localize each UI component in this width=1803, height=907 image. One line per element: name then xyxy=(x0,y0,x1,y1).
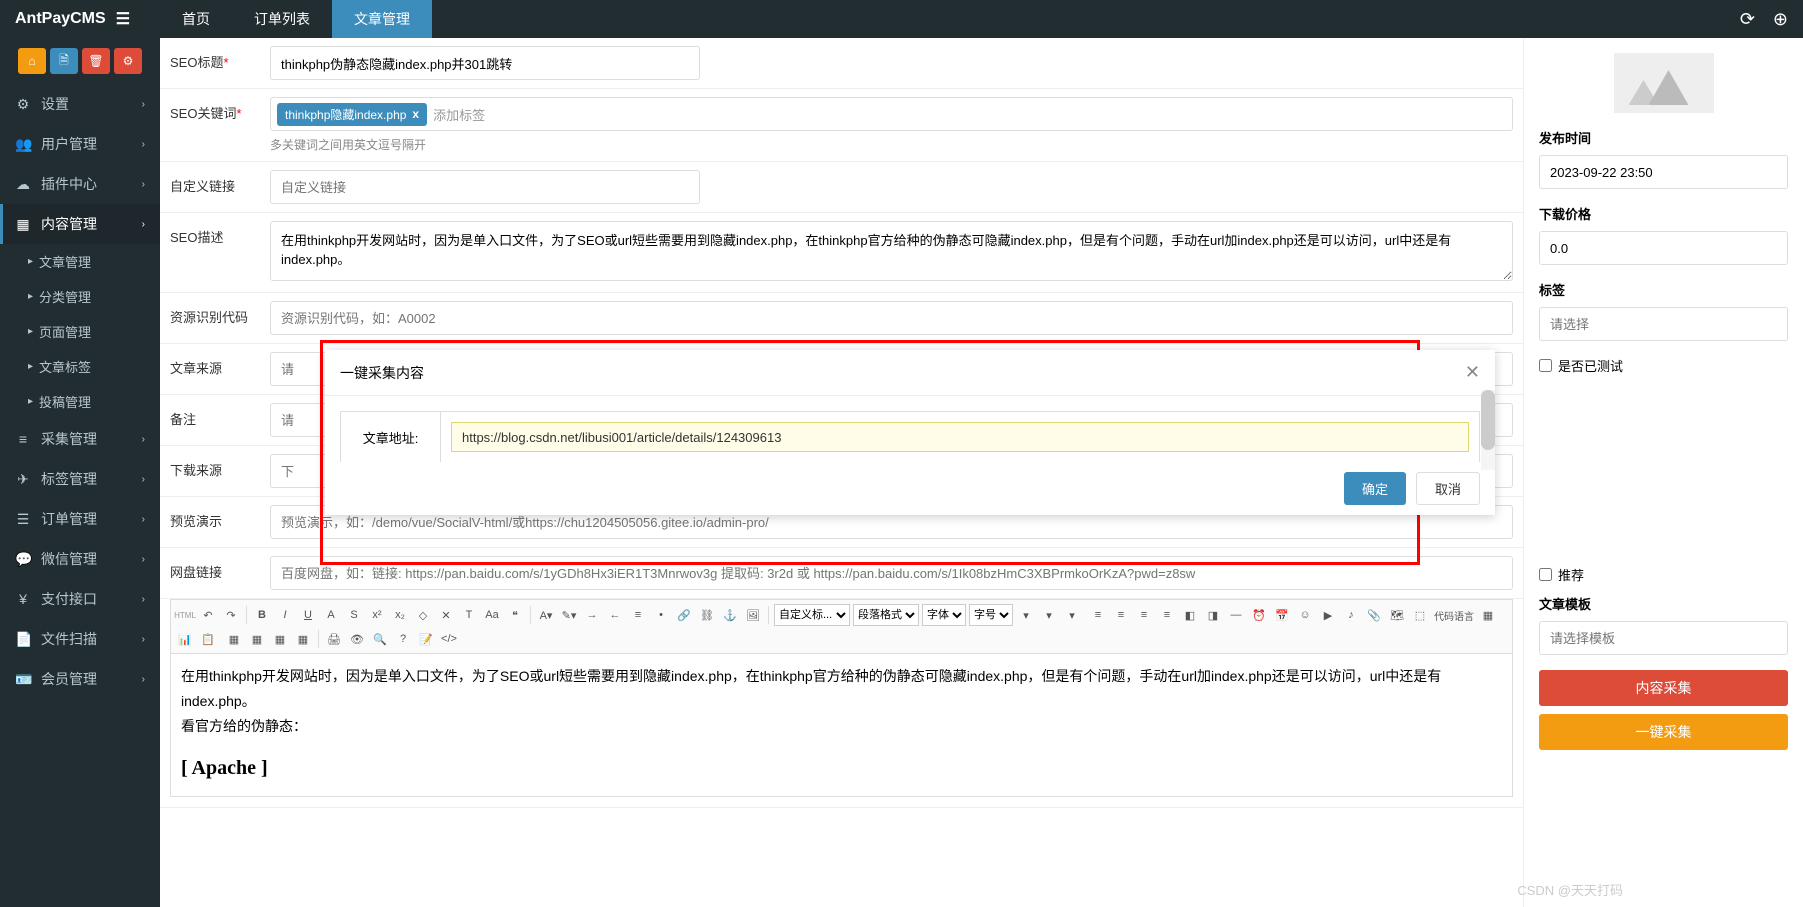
modal-url-input[interactable] xyxy=(451,422,1469,452)
modal-close-icon[interactable]: ✕ xyxy=(1465,362,1480,383)
modal-scrollbar[interactable] xyxy=(1481,390,1495,470)
modal-title: 一键采集内容 xyxy=(340,363,424,383)
modal-cancel-button[interactable]: 取消 xyxy=(1416,472,1480,505)
modal-body: 文章地址: xyxy=(325,396,1495,462)
scrollbar-thumb[interactable] xyxy=(1481,390,1495,450)
modal-footer: 确定 取消 xyxy=(325,462,1495,515)
watermark: CSDN @天天打码 xyxy=(1517,880,1623,899)
modal-confirm-button[interactable]: 确定 xyxy=(1344,472,1406,505)
modal-overlay: 一键采集内容 ✕ 文章地址: 确定 取消 xyxy=(0,0,1803,907)
collect-modal: 一键采集内容 ✕ 文章地址: 确定 取消 xyxy=(325,350,1495,515)
modal-header: 一键采集内容 ✕ xyxy=(325,350,1495,396)
modal-table: 文章地址: xyxy=(340,411,1480,462)
modal-url-label: 文章地址: xyxy=(341,412,441,463)
